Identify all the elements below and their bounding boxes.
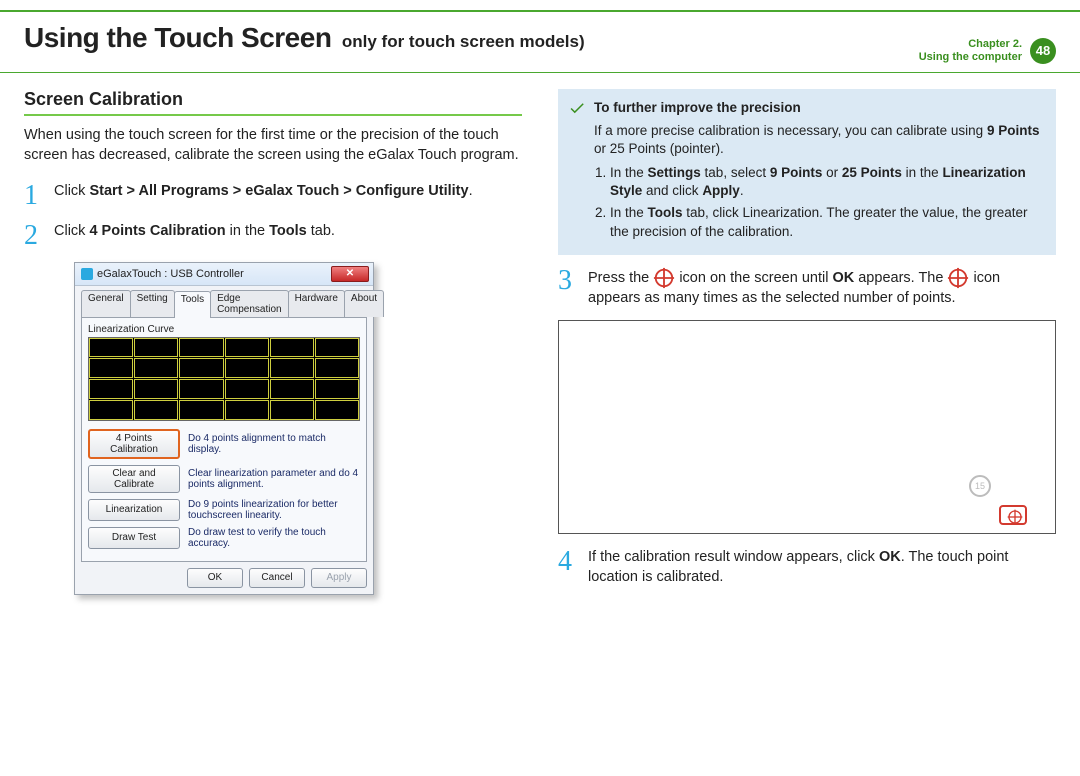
- target-icon: [653, 267, 675, 289]
- text: appears. The: [854, 270, 947, 286]
- note-icon: [568, 99, 586, 117]
- dialog-row: Clear and Calibrate Clear linearization …: [88, 465, 360, 493]
- tab-tools[interactable]: Tools: [174, 291, 211, 318]
- note-body: If a more precise calibration is necessa…: [594, 122, 1044, 158]
- text-bold: Settings: [648, 165, 701, 180]
- dialog-bottom-buttons: OK Cancel Apply: [75, 568, 373, 594]
- row-desc: Clear linearization parameter and do 4 p…: [188, 468, 360, 490]
- apply-button[interactable]: Apply: [311, 568, 367, 588]
- text-bold: 9 Points: [987, 123, 1040, 138]
- tab-about[interactable]: About: [344, 290, 384, 317]
- group-label: Linearization Curve: [88, 324, 360, 335]
- target-marker: [999, 505, 1027, 525]
- text: icon on the screen until: [679, 270, 832, 286]
- target-icon: [947, 267, 969, 289]
- chapter-line2: Using the computer: [919, 51, 1022, 64]
- linearization-button[interactable]: Linearization: [88, 499, 180, 521]
- text: If a more precise calibration is necessa…: [594, 123, 987, 138]
- text-bold: 9 Points: [770, 165, 823, 180]
- step-2: 2 Click 4 Points Calibration in the Tool…: [24, 222, 522, 250]
- step-number: 2: [24, 222, 44, 250]
- ok-button[interactable]: OK: [187, 568, 243, 588]
- text: and click: [642, 183, 702, 198]
- chapter-text: Chapter 2. Using the computer: [919, 38, 1022, 64]
- close-button[interactable]: ✕: [331, 266, 369, 282]
- step-number: 3: [558, 267, 578, 309]
- right-column: To further improve the precision If a mo…: [558, 89, 1056, 599]
- text: In the: [610, 165, 648, 180]
- text: If the calibration result window appears…: [588, 549, 879, 565]
- note-list: In the Settings tab, select 9 Points or …: [610, 164, 1044, 241]
- step-body: Press the icon on the screen until OK ap…: [588, 267, 1056, 309]
- dialog-tabs: General Setting Tools Edge Compensation …: [75, 286, 373, 317]
- page-header: Using the Touch Screen only for touch sc…: [0, 10, 1080, 73]
- text-bold: Tools: [269, 223, 307, 239]
- title-sub: only for touch screen models): [342, 32, 585, 51]
- step-4: 4 If the calibration result window appea…: [558, 548, 1056, 587]
- step-3: 3 Press the icon on the screen until OK …: [558, 267, 1056, 309]
- text-bold: OK: [879, 549, 901, 565]
- tab-setting[interactable]: Setting: [130, 290, 175, 317]
- text: .: [469, 183, 473, 199]
- left-column: Screen Calibration When using the touch …: [24, 89, 522, 599]
- tab-edge-compensation[interactable]: Edge Compensation: [210, 290, 288, 317]
- tab-general[interactable]: General: [81, 290, 131, 317]
- text-bold: Start > All Programs > eGalax Touch > Co…: [89, 183, 468, 199]
- dialog-row: 4 Points Calibration Do 4 points alignme…: [88, 429, 360, 459]
- step-1: 1 Click Start > All Programs > eGalax To…: [24, 182, 522, 210]
- calibration-area: 15: [558, 320, 1056, 534]
- page-title: Using the Touch Screen only for touch sc…: [24, 22, 585, 54]
- dialog-title: eGalaxTouch : USB Controller: [97, 268, 244, 280]
- note-title: To further improve the precision: [594, 99, 1044, 117]
- step-number: 1: [24, 182, 44, 210]
- draw-test-button[interactable]: Draw Test: [88, 527, 180, 549]
- note-list-item: In the Tools tab, click Linearization. T…: [610, 204, 1044, 240]
- text: or 25 Points (pointer).: [594, 141, 724, 156]
- text-bold: Tools: [648, 205, 683, 220]
- cancel-button[interactable]: Cancel: [249, 568, 305, 588]
- chapter-block: Chapter 2. Using the computer 48: [919, 38, 1056, 64]
- app-icon: [81, 268, 93, 280]
- text: Click: [54, 183, 89, 199]
- step-body: Click Start > All Programs > eGalax Touc…: [54, 182, 522, 210]
- title-main: Using the Touch Screen: [24, 22, 331, 53]
- dialog-titlebar: eGalaxTouch : USB Controller ✕: [75, 263, 373, 286]
- countdown-badge: 15: [969, 475, 991, 497]
- text: tab.: [307, 223, 335, 239]
- text: In the: [610, 205, 648, 220]
- dialog-row: Linearization Do 9 points linearization …: [88, 499, 360, 521]
- dialog-body: Linearization Curve 4 Points Calibration…: [81, 317, 367, 562]
- note-box: To further improve the precision If a mo…: [558, 89, 1056, 255]
- text: in the: [902, 165, 943, 180]
- page-number-badge: 48: [1030, 38, 1056, 64]
- dialog-row: Draw Test Do draw test to verify the tou…: [88, 527, 360, 549]
- tab-hardware[interactable]: Hardware: [288, 290, 345, 317]
- countdown-value: 15: [975, 481, 985, 491]
- text: .: [740, 183, 744, 198]
- chapter-line1: Chapter 2.: [919, 38, 1022, 51]
- text-bold: Apply: [702, 183, 740, 198]
- text: or: [822, 165, 842, 180]
- text: Click: [54, 223, 89, 239]
- text: in the: [226, 223, 270, 239]
- text-bold: OK: [832, 270, 854, 286]
- step-body: Click 4 Points Calibration in the Tools …: [54, 222, 522, 250]
- egalax-dialog: eGalaxTouch : USB Controller ✕ General S…: [74, 262, 374, 595]
- linearization-grid: [88, 337, 360, 421]
- row-desc: Do 9 points linearization for better tou…: [188, 499, 360, 521]
- clear-and-calibrate-button[interactable]: Clear and Calibrate: [88, 465, 180, 493]
- intro-paragraph: When using the touch screen for the firs…: [24, 126, 522, 165]
- text-bold: 25 Points: [842, 165, 902, 180]
- step-body: If the calibration result window appears…: [588, 548, 1056, 587]
- section-heading: Screen Calibration: [24, 89, 522, 116]
- row-desc: Do 4 points alignment to match display.: [188, 433, 360, 455]
- text: Press the: [588, 270, 653, 286]
- text-bold: 4 Points Calibration: [89, 223, 225, 239]
- row-desc: Do draw test to verify the touch accurac…: [188, 527, 360, 549]
- text: tab, select: [701, 165, 770, 180]
- step-number: 4: [558, 548, 578, 587]
- note-list-item: In the Settings tab, select 9 Points or …: [610, 164, 1044, 200]
- four-points-calibration-button[interactable]: 4 Points Calibration: [88, 429, 180, 459]
